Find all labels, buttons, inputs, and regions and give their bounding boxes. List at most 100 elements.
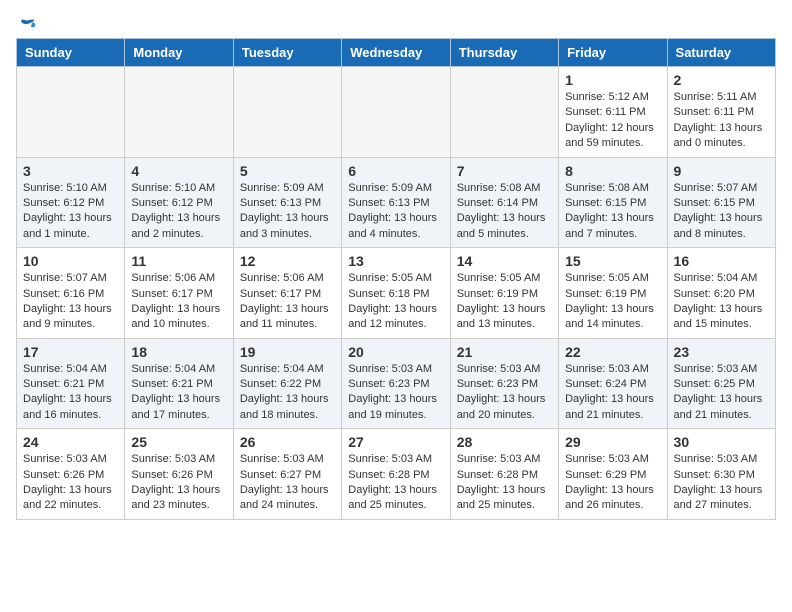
calendar-cell: 18Sunrise: 5:04 AM Sunset: 6:21 PM Dayli… bbox=[125, 338, 233, 429]
calendar-cell: 21Sunrise: 5:03 AM Sunset: 6:23 PM Dayli… bbox=[450, 338, 558, 429]
calendar-cell: 23 Sunrise: 5:03 AM Sunset: 6:25 PM Dayli… bbox=[667, 338, 775, 429]
calendar-cell bbox=[233, 67, 341, 158]
day-number: 4 bbox=[131, 163, 226, 179]
day-number: 23 bbox=[674, 344, 769, 360]
day-number: 25 bbox=[131, 434, 226, 450]
day-info: Sunrise: 5:10 AM Sunset: 6:12 PM Dayligh… bbox=[23, 181, 118, 243]
calendar-cell: 5 Sunrise: 5:09 AM Sunset: 6:13 PM Daylig… bbox=[233, 157, 341, 248]
calendar-cell: 1 Sunrise: 5:12 AM Sunset: 6:11 PM Daylig… bbox=[559, 67, 667, 158]
day-info: Sunrise: 5:11 AM Sunset: 6:11 PM Dayligh… bbox=[674, 90, 769, 152]
calendar-cell: 19 Sunrise: 5:04 AM Sunset: 6:22 PM Dayli… bbox=[233, 338, 341, 429]
calendar-cell: 24 Sunrise: 5:03 AM Sunset: 6:26 PM Dayli… bbox=[17, 429, 125, 520]
calendar-table: SundayMondayTuesdayWednesdayThursdayFrid… bbox=[16, 38, 776, 520]
day-number: 17 bbox=[23, 344, 118, 360]
calendar-week-row: 17 Sunrise: 5:04 AM Sunset: 6:21 PM Dayli… bbox=[17, 338, 776, 429]
day-info: Sunrise: 5:09 AM Sunset: 6:13 PM Dayligh… bbox=[348, 181, 443, 243]
day-info: Sunrise: 5:08 AM Sunset: 6:15 PM Dayligh… bbox=[565, 181, 660, 243]
calendar-cell: 11 Sunrise: 5:06 AM Sunset: 6:17 PM Dayli… bbox=[125, 248, 233, 339]
day-number: 8 bbox=[565, 163, 660, 179]
calendar-cell: 26 Sunrise: 5:03 AM Sunset: 6:27 PM Dayli… bbox=[233, 429, 341, 520]
calendar-week-row: 24 Sunrise: 5:03 AM Sunset: 6:26 PM Dayli… bbox=[17, 429, 776, 520]
day-info: Sunrise: 5:03 AM Sunset: 6:30 PM Dayligh… bbox=[674, 452, 769, 514]
logo bbox=[16, 16, 38, 30]
day-info: Sunrise: 5:03 AM Sunset: 6:25 PM Dayligh… bbox=[674, 362, 769, 424]
header bbox=[16, 16, 776, 30]
day-info: Sunrise: 5:05 AM Sunset: 6:19 PM Dayligh… bbox=[457, 271, 552, 333]
day-info: Sunrise: 5:05 AM Sunset: 6:19 PM Dayligh… bbox=[565, 271, 660, 333]
day-info: Sunrise: 5:05 AM Sunset: 6:18 PM Dayligh… bbox=[348, 271, 443, 333]
weekday-header-tuesday: Tuesday bbox=[233, 39, 341, 67]
day-number: 27 bbox=[348, 434, 443, 450]
calendar-cell: 8 Sunrise: 5:08 AM Sunset: 6:15 PM Daylig… bbox=[559, 157, 667, 248]
day-number: 2 bbox=[674, 72, 769, 88]
calendar-cell: 10Sunrise: 5:07 AM Sunset: 6:16 PM Dayli… bbox=[17, 248, 125, 339]
weekday-header-row: SundayMondayTuesdayWednesdayThursdayFrid… bbox=[17, 39, 776, 67]
day-info: Sunrise: 5:07 AM Sunset: 6:15 PM Dayligh… bbox=[674, 181, 769, 243]
day-number: 3 bbox=[23, 163, 118, 179]
day-info: Sunrise: 5:04 AM Sunset: 6:21 PM Dayligh… bbox=[131, 362, 226, 424]
day-number: 9 bbox=[674, 163, 769, 179]
calendar-cell: 14 Sunrise: 5:05 AM Sunset: 6:19 PM Dayli… bbox=[450, 248, 558, 339]
day-info: Sunrise: 5:03 AM Sunset: 6:26 PM Dayligh… bbox=[131, 452, 226, 514]
day-number: 26 bbox=[240, 434, 335, 450]
calendar-cell: 25 Sunrise: 5:03 AM Sunset: 6:26 PM Dayli… bbox=[125, 429, 233, 520]
day-number: 5 bbox=[240, 163, 335, 179]
day-info: Sunrise: 5:03 AM Sunset: 6:28 PM Dayligh… bbox=[348, 452, 443, 514]
calendar-cell: 28 Sunrise: 5:03 AM Sunset: 6:28 PM Dayli… bbox=[450, 429, 558, 520]
day-number: 28 bbox=[457, 434, 552, 450]
calendar-cell: 2 Sunrise: 5:11 AM Sunset: 6:11 PM Daylig… bbox=[667, 67, 775, 158]
calendar-cell bbox=[17, 67, 125, 158]
calendar-week-row: 10Sunrise: 5:07 AM Sunset: 6:16 PM Dayli… bbox=[17, 248, 776, 339]
calendar-week-row: 1 Sunrise: 5:12 AM Sunset: 6:11 PM Daylig… bbox=[17, 67, 776, 158]
calendar-cell bbox=[125, 67, 233, 158]
day-info: Sunrise: 5:03 AM Sunset: 6:26 PM Dayligh… bbox=[23, 452, 118, 514]
day-info: Sunrise: 5:04 AM Sunset: 6:22 PM Dayligh… bbox=[240, 362, 335, 424]
calendar-cell: 12 Sunrise: 5:06 AM Sunset: 6:17 PM Dayli… bbox=[233, 248, 341, 339]
day-number: 15 bbox=[565, 253, 660, 269]
day-info: Sunrise: 5:09 AM Sunset: 6:13 PM Dayligh… bbox=[240, 181, 335, 243]
weekday-header-wednesday: Wednesday bbox=[342, 39, 450, 67]
day-number: 11 bbox=[131, 253, 226, 269]
day-number: 13 bbox=[348, 253, 443, 269]
weekday-header-friday: Friday bbox=[559, 39, 667, 67]
day-info: Sunrise: 5:04 AM Sunset: 6:20 PM Dayligh… bbox=[674, 271, 769, 333]
day-number: 22 bbox=[565, 344, 660, 360]
calendar-cell: 4 Sunrise: 5:10 AM Sunset: 6:12 PM Daylig… bbox=[125, 157, 233, 248]
calendar-cell: 30Sunrise: 5:03 AM Sunset: 6:30 PM Dayli… bbox=[667, 429, 775, 520]
day-number: 16 bbox=[674, 253, 769, 269]
day-number: 14 bbox=[457, 253, 552, 269]
calendar-cell: 27 Sunrise: 5:03 AM Sunset: 6:28 PM Dayli… bbox=[342, 429, 450, 520]
weekday-header-thursday: Thursday bbox=[450, 39, 558, 67]
weekday-header-sunday: Sunday bbox=[17, 39, 125, 67]
calendar-cell bbox=[342, 67, 450, 158]
calendar-cell: 13 Sunrise: 5:05 AM Sunset: 6:18 PM Dayli… bbox=[342, 248, 450, 339]
day-info: Sunrise: 5:03 AM Sunset: 6:28 PM Dayligh… bbox=[457, 452, 552, 514]
day-info: Sunrise: 5:04 AM Sunset: 6:21 PM Dayligh… bbox=[23, 362, 118, 424]
day-info: Sunrise: 5:06 AM Sunset: 6:17 PM Dayligh… bbox=[131, 271, 226, 333]
day-number: 20 bbox=[348, 344, 443, 360]
day-number: 6 bbox=[348, 163, 443, 179]
day-info: Sunrise: 5:08 AM Sunset: 6:14 PM Dayligh… bbox=[457, 181, 552, 243]
day-info: Sunrise: 5:12 AM Sunset: 6:11 PM Dayligh… bbox=[565, 90, 660, 152]
calendar-cell: 16 Sunrise: 5:04 AM Sunset: 6:20 PM Dayli… bbox=[667, 248, 775, 339]
day-number: 24 bbox=[23, 434, 118, 450]
calendar-cell: 20 Sunrise: 5:03 AM Sunset: 6:23 PM Dayli… bbox=[342, 338, 450, 429]
weekday-header-saturday: Saturday bbox=[667, 39, 775, 67]
day-info: Sunrise: 5:06 AM Sunset: 6:17 PM Dayligh… bbox=[240, 271, 335, 333]
day-info: Sunrise: 5:03 AM Sunset: 6:27 PM Dayligh… bbox=[240, 452, 335, 514]
calendar-week-row: 3 Sunrise: 5:10 AM Sunset: 6:12 PM Daylig… bbox=[17, 157, 776, 248]
calendar-cell: 17 Sunrise: 5:04 AM Sunset: 6:21 PM Dayli… bbox=[17, 338, 125, 429]
logo-bird-icon bbox=[18, 16, 38, 34]
day-info: Sunrise: 5:03 AM Sunset: 6:24 PM Dayligh… bbox=[565, 362, 660, 424]
day-info: Sunrise: 5:10 AM Sunset: 6:12 PM Dayligh… bbox=[131, 181, 226, 243]
day-number: 1 bbox=[565, 72, 660, 88]
calendar-cell: 3 Sunrise: 5:10 AM Sunset: 6:12 PM Daylig… bbox=[17, 157, 125, 248]
day-info: Sunrise: 5:03 AM Sunset: 6:23 PM Dayligh… bbox=[348, 362, 443, 424]
calendar-cell: 6 Sunrise: 5:09 AM Sunset: 6:13 PM Daylig… bbox=[342, 157, 450, 248]
calendar-cell: 22 Sunrise: 5:03 AM Sunset: 6:24 PM Dayli… bbox=[559, 338, 667, 429]
calendar-cell: 7Sunrise: 5:08 AM Sunset: 6:14 PM Daylig… bbox=[450, 157, 558, 248]
day-number: 19 bbox=[240, 344, 335, 360]
day-info: Sunrise: 5:07 AM Sunset: 6:16 PM Dayligh… bbox=[23, 271, 118, 333]
day-number: 12 bbox=[240, 253, 335, 269]
day-number: 29 bbox=[565, 434, 660, 450]
